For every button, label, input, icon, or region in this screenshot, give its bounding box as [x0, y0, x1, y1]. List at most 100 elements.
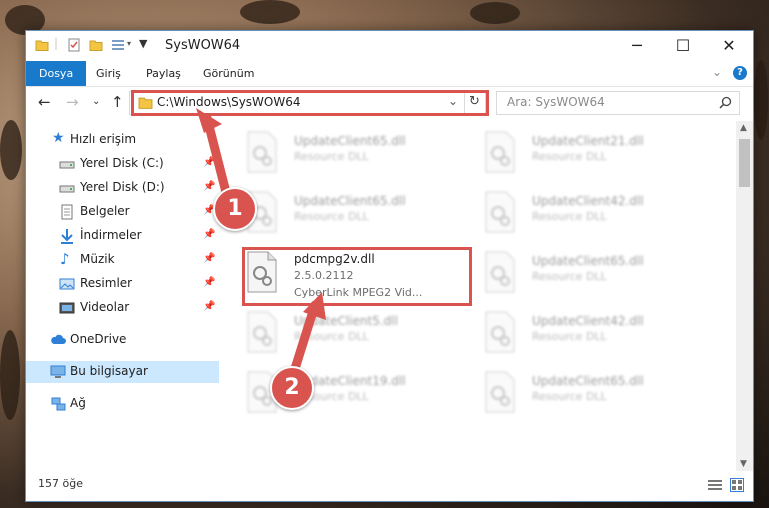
ribbon-tabs: Dosya Giriş Paylaş Görünüm ⌄ ?	[26, 61, 753, 87]
dll-file-icon	[485, 191, 515, 233]
navigation-pane: ★ Hızlı erişim Yerel Disk (C:) 📌 Yerel D…	[26, 121, 219, 471]
customize-arrow-icon[interactable]: ▼	[139, 37, 147, 50]
dll-file-icon	[485, 251, 515, 293]
nav-item-documents[interactable]: Belgeler 📌	[26, 201, 219, 223]
close-button[interactable]: ✕	[706, 31, 752, 61]
background-spot	[470, 2, 520, 24]
nav-item-pictures[interactable]: Resimler 📌	[26, 273, 219, 295]
up-arrow-icon[interactable]: ↑	[111, 93, 124, 111]
file-tile[interactable]: UpdateClient65.dll Resource DLL	[484, 247, 709, 307]
minimize-button[interactable]: ─	[614, 31, 660, 61]
background-spot	[754, 60, 768, 140]
file-description: Resource DLL	[294, 330, 369, 343]
new-folder-icon[interactable]	[89, 38, 103, 52]
background-spot	[0, 120, 22, 180]
vertical-scrollbar[interactable]: ▲ ▼	[736, 121, 753, 477]
item-count: 157 öğe	[38, 477, 83, 490]
nav-item-quick-access[interactable]: ★ Hızlı erişim	[26, 129, 219, 151]
file-tile[interactable]: UpdateClient42.dll Resource DLL	[484, 187, 709, 247]
videos-icon	[59, 302, 75, 314]
recent-locations-icon[interactable]: ⌄	[92, 96, 100, 107]
pin-icon: 📌	[203, 181, 216, 192]
tab-dosya[interactable]: Dosya	[26, 61, 87, 86]
tab-gorunum[interactable]: Görünüm	[195, 61, 262, 86]
nav-item-network[interactable]: Ağ	[26, 393, 219, 415]
scrollbar-thumb[interactable]	[739, 139, 750, 187]
window-title: SysWOW64	[165, 38, 241, 53]
file-name: UpdateClient5.dll	[294, 314, 398, 328]
step-callout-1: 1	[213, 187, 257, 231]
nav-item-videos[interactable]: Videolar 📌	[26, 297, 219, 319]
file-tile[interactable]: UpdateClient5.dll Resource DLL	[246, 307, 471, 367]
file-name: UpdateClient65.dll	[532, 254, 644, 268]
nav-item-label: Videolar	[80, 300, 130, 314]
nav-item-drive-d[interactable]: Yerel Disk (D:) 📌	[26, 177, 219, 199]
title-bar: | ▾ ▼ SysWOW64 ─ ☐ ✕	[26, 31, 753, 61]
details-view-icon[interactable]	[708, 479, 722, 491]
file-tile[interactable]: UpdateClient42.dll Resource DLL	[484, 307, 709, 367]
dll-file-icon	[485, 311, 515, 353]
scroll-down-icon[interactable]: ▼	[740, 459, 747, 469]
cloud-icon	[51, 334, 66, 344]
folder-icon	[35, 40, 49, 51]
file-name: UpdateClient65.dll	[294, 194, 406, 208]
search-icon[interactable]	[719, 96, 732, 109]
back-arrow-icon[interactable]: ←	[38, 93, 51, 111]
file-tile[interactable]: UpdateClient65.dll Resource DLL	[246, 187, 471, 247]
nav-item-this-pc[interactable]: Bu bilgisayar	[26, 361, 219, 383]
properties-icon[interactable]	[67, 38, 81, 52]
tab-giris[interactable]: Giriş	[88, 61, 129, 86]
maximize-button[interactable]: ☐	[660, 31, 706, 61]
file-name: UpdateClient65.dll	[532, 374, 644, 388]
help-icon[interactable]: ?	[733, 66, 747, 80]
separator: |	[54, 36, 59, 50]
file-name: UpdateClient42.dll	[532, 194, 644, 208]
nav-item-downloads[interactable]: İndirmeler 📌	[26, 225, 219, 247]
expand-ribbon-icon[interactable]: ⌄	[712, 65, 722, 79]
quick-access-toolbar-icon[interactable]	[111, 38, 125, 52]
dll-file-icon	[247, 311, 277, 353]
file-tile[interactable]: UpdateClient65.dll Resource DLL	[246, 127, 471, 187]
file-description: Resource DLL	[294, 210, 369, 223]
nav-item-drive-c[interactable]: Yerel Disk (C:) 📌	[26, 153, 219, 175]
file-description: Resource DLL	[532, 270, 607, 283]
chevron-down-icon[interactable]: ▾	[127, 39, 131, 48]
pin-icon: 📌	[203, 157, 216, 168]
search-box[interactable]: Ara: SysWOW64	[496, 91, 740, 115]
search-placeholder[interactable]: Ara: SysWOW64	[507, 95, 605, 109]
nav-item-label: İndirmeler	[80, 228, 142, 242]
drive-icon	[59, 185, 75, 193]
computer-icon	[50, 365, 66, 378]
pin-icon: 📌	[203, 229, 216, 240]
nav-item-label: Bu bilgisayar	[70, 364, 148, 378]
network-icon	[51, 397, 66, 411]
file-tile[interactable]: UpdateClient21.dll Resource DLL	[484, 127, 709, 187]
nav-item-label: Resimler	[80, 276, 133, 290]
pin-icon: 📌	[203, 301, 216, 312]
file-description: Resource DLL	[532, 390, 607, 403]
nav-item-label: Yerel Disk (C:)	[80, 156, 164, 170]
background-spot	[240, 0, 300, 24]
dll-file-icon	[485, 131, 515, 173]
download-icon	[61, 229, 73, 244]
large-icons-view-icon[interactable]	[730, 478, 744, 492]
nav-item-onedrive[interactable]: OneDrive	[26, 329, 219, 351]
file-description: Resource DLL	[532, 210, 607, 223]
nav-item-label: Hızlı erişim	[70, 132, 137, 146]
scroll-up-icon[interactable]: ▲	[740, 123, 747, 133]
drive-icon	[59, 161, 75, 169]
nav-item-label: Belgeler	[80, 204, 130, 218]
tab-paylas[interactable]: Paylaş	[138, 61, 189, 86]
file-highlight-box	[242, 247, 472, 306]
forward-arrow-icon[interactable]: →	[66, 93, 79, 111]
address-highlight-box	[131, 90, 489, 116]
status-bar: 157 öğe	[26, 471, 753, 500]
nav-item-label: Yerel Disk (D:)	[80, 180, 165, 194]
file-description: Resource DLL	[532, 330, 607, 343]
file-tile[interactable]: UpdateClient65.dll Resource DLL	[484, 367, 709, 427]
file-description: Resource DLL	[532, 150, 607, 163]
pin-icon: 📌	[203, 277, 216, 288]
nav-item-music[interactable]: ♪ Müzik 📌	[26, 249, 219, 271]
dll-file-icon	[485, 371, 515, 413]
pin-icon: 📌	[203, 253, 216, 264]
